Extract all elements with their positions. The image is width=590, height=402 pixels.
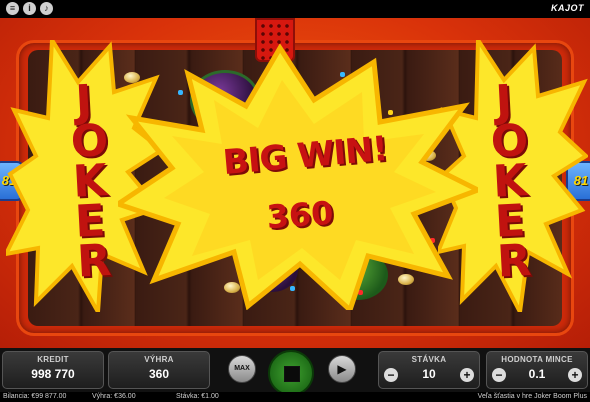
game-area[interactable]: 81 81 JOKER JOKER BIG WIN! 360 [0,18,590,348]
coin-increase-button[interactable]: + [568,368,582,382]
joker-letters: JOKER [489,75,533,288]
max-bet-label: MAX [234,365,250,372]
big-win-amount: 360 [265,193,335,237]
menu-icon[interactable]: ≡ [6,2,19,15]
win-value: 360 [148,367,170,381]
max-bet-button[interactable]: MAX [228,355,256,383]
credit-display: KREDIT 998 770 [2,351,104,389]
status-bar: Bilancia: €99 877.00 Výhra: €36.00 Stávk… [0,392,590,402]
status-win-text: Výhra: €36.00 [92,393,136,400]
joker-letters: JOKER [69,75,113,288]
spin-button[interactable] [268,350,314,396]
win-label: VÝHRA [144,355,174,364]
top-bar: ≡ i ♪ KAJOT [0,0,590,18]
win-display: VÝHRA 360 [108,351,210,389]
big-win-burst [118,44,478,310]
info-icon[interactable]: i [23,2,36,15]
status-bet-text: Stávka: €1.00 [176,393,219,400]
joker-label-right: JOKER [473,75,543,288]
autoplay-icon: ▶ [337,362,347,376]
balance-text: Bilancia: €99 877.00 [3,393,67,400]
bet-decrease-button[interactable]: − [384,368,398,382]
credit-label: KREDIT [37,355,69,364]
bet-control: STÁVKA 10 − + [378,351,480,389]
autoplay-button[interactable]: ▶ [328,355,356,383]
coin-value-label: HODNOTA MINCE [501,355,573,364]
sound-icon[interactable]: ♪ [40,2,53,15]
bet-increase-button[interactable]: + [460,368,474,382]
stop-icon [284,366,300,382]
status-message: Veľa šťastia v hre Joker Boom Plus [477,393,587,400]
credit-value: 998 770 [31,367,75,381]
joker-label-left: JOKER [53,75,123,288]
coin-value-control: HODNOTA MINCE 0.1 − + [486,351,588,389]
brand-logo: KAJOT [550,3,584,13]
bet-label: STÁVKA [411,355,447,364]
coin-decrease-button[interactable]: − [492,368,506,382]
